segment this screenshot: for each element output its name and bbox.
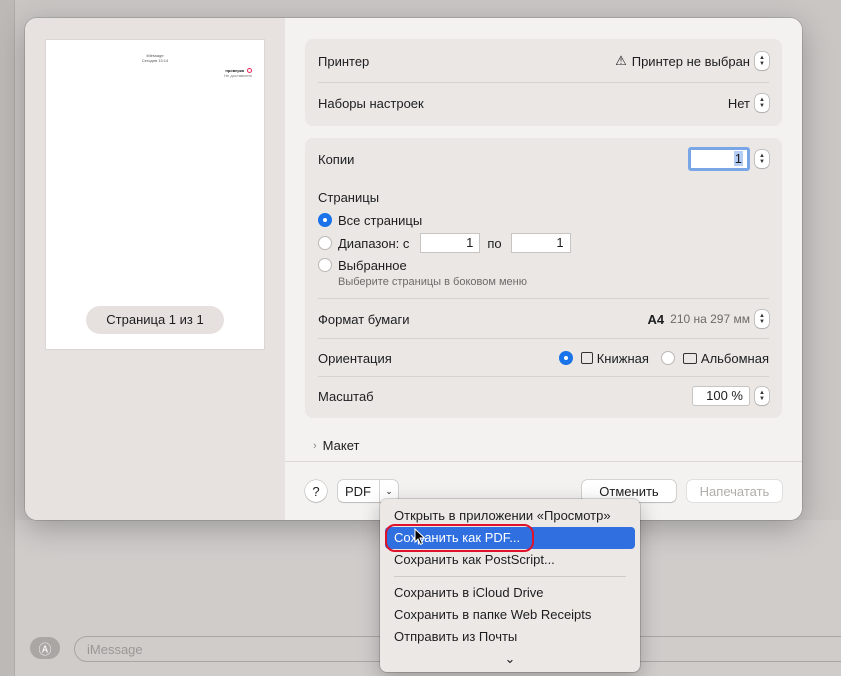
- thumb-message-text: проверка: [225, 68, 244, 73]
- footer-divider: [285, 461, 802, 462]
- divider: [318, 376, 769, 377]
- pages-all-option[interactable]: Все страницы: [318, 211, 769, 229]
- highlight-annotation: [385, 524, 534, 552]
- printer-popup[interactable]: ⚠ Принтер не выбран ▲ ▼: [615, 52, 769, 70]
- orientation-row: Ориентация Книжная Альбомная: [318, 348, 769, 368]
- menu-item-save-to-icloud[interactable]: Сохранить в iCloud Drive: [385, 582, 635, 604]
- presets-label: Наборы настроек: [318, 95, 424, 111]
- thumb-message: проверка Не доставлено: [224, 68, 252, 78]
- printer-group: Принтер ⚠ Принтер не выбран ▲ ▼ Наборы на…: [305, 39, 782, 126]
- radio-unselected[interactable]: [660, 351, 675, 365]
- layout-disclosure[interactable]: › Макет: [313, 438, 359, 453]
- scale-input[interactable]: 100 %: [692, 386, 750, 406]
- landscape-icon: [682, 352, 697, 364]
- copies-input[interactable]: 1: [688, 147, 750, 171]
- print-preview-pane: iMessage Сегодня 13:14 проверка Не доста…: [25, 18, 285, 520]
- imessage-placeholder: iMessage: [87, 641, 143, 657]
- menu-item-save-to-web-receipts[interactable]: Сохранить в папке Web Receipts: [385, 604, 635, 626]
- radio-selected[interactable]: [318, 213, 332, 227]
- pages-selected-hint: Выберите страницы в боковом меню: [338, 276, 527, 288]
- radio-selected[interactable]: [558, 351, 573, 365]
- popup-chevrons-icon: ▲ ▼: [755, 310, 769, 328]
- paper-size: 210 на 297 мм: [670, 312, 750, 326]
- print-dialog: iMessage Сегодня 13:14 проверка Не доста…: [25, 18, 802, 520]
- radio-unselected[interactable]: [318, 236, 332, 250]
- menu-item-send-via-mail[interactable]: Отправить из Почты: [385, 626, 635, 648]
- pages-heading-row: Страницы: [318, 188, 769, 206]
- radio-unselected[interactable]: [318, 258, 332, 272]
- thumb-message-status: Не доставлено: [224, 73, 252, 79]
- presets-value: Нет: [727, 95, 750, 111]
- background-window-edge: [0, 0, 15, 676]
- paper-row: Формат бумаги A4 210 на 297 мм ▲ ▼: [318, 309, 769, 329]
- orientation-label: Ориентация: [318, 350, 392, 366]
- paper-label: Формат бумаги: [318, 311, 410, 327]
- scale-row: Масштаб 100 % ▲ ▼: [318, 385, 769, 407]
- presets-row: Наборы настроек Нет ▲ ▼: [318, 93, 769, 113]
- orientation-landscape-label: Альбомная: [700, 350, 769, 366]
- range-to-input[interactable]: 1: [510, 233, 571, 253]
- printer-row: Принтер ⚠ Принтер не выбран ▲ ▼: [318, 51, 769, 71]
- orientation-portrait-option[interactable]: Книжная: [558, 350, 649, 366]
- menu-divider: [394, 576, 626, 577]
- copies-stepper[interactable]: ▲ ▼: [755, 150, 769, 168]
- pages-range-option[interactable]: Диапазон: с 1 по 1: [318, 232, 769, 254]
- pdf-label: PDF: [345, 483, 371, 499]
- range-to-label: по: [487, 235, 502, 251]
- copies-value: 1: [733, 151, 743, 166]
- paper-value: A4: [647, 311, 665, 327]
- copies-row: Копии 1 ▲ ▼: [318, 146, 769, 172]
- portrait-icon: [580, 352, 593, 364]
- popup-chevrons-icon: ▲ ▼: [755, 52, 769, 70]
- page-indicator: Страница 1 из 1: [86, 306, 224, 334]
- app-store-icon[interactable]: Ⓐ: [30, 637, 60, 659]
- orientation-portrait-label: Книжная: [596, 350, 649, 366]
- scale-stepper[interactable]: ▲ ▼: [755, 387, 769, 405]
- warning-icon: ⚠: [615, 53, 627, 68]
- divider: [318, 338, 769, 339]
- thumb-header: iMessage Сегодня 13:14: [46, 53, 264, 63]
- popup-chevrons-icon: ▲ ▼: [755, 94, 769, 112]
- paper-popup[interactable]: A4 210 на 297 мм ▲ ▼: [648, 310, 769, 328]
- divider: [318, 82, 769, 83]
- menu-item-save-as-postscript[interactable]: Сохранить как PostScript...: [385, 549, 635, 571]
- printer-label: Принтер: [318, 53, 370, 69]
- pages-selected-hint-row: Выберите страницы в боковом меню: [318, 275, 769, 289]
- options-group: Копии 1 ▲ ▼ Страницы Все страницы Диапазо…: [305, 138, 782, 418]
- print-settings-pane: Принтер ⚠ Принтер не выбран ▲ ▼ Наборы на…: [285, 18, 802, 520]
- pages-label: Страницы: [318, 189, 380, 205]
- thumb-header-date: Сегодня 13:14: [141, 58, 169, 63]
- range-from-input[interactable]: 1: [420, 233, 481, 253]
- disclosure-chevron-icon: ›: [313, 439, 317, 452]
- pages-selected-option[interactable]: Выбранное: [318, 256, 769, 274]
- divider: [318, 298, 769, 299]
- pages-selected-label: Выбранное: [338, 257, 407, 273]
- pages-all-label: Все страницы: [338, 212, 423, 228]
- copies-label: Копии: [318, 151, 355, 167]
- orientation-landscape-option[interactable]: Альбомная: [660, 350, 769, 366]
- pages-range-label: Диапазон: с: [338, 235, 410, 251]
- presets-popup[interactable]: Нет ▲ ▼: [728, 94, 769, 112]
- scroll-down-chevron-icon[interactable]: ⌄: [380, 651, 640, 667]
- help-button[interactable]: ?: [305, 480, 327, 502]
- printer-value: Принтер не выбран: [631, 53, 750, 69]
- mouse-cursor-icon: [414, 528, 426, 546]
- layout-label: Макет: [322, 438, 360, 453]
- page-preview-thumbnail[interactable]: iMessage Сегодня 13:14 проверка Не доста…: [46, 40, 264, 349]
- print-button[interactable]: Напечатать: [687, 480, 782, 502]
- scale-label: Масштаб: [318, 388, 374, 404]
